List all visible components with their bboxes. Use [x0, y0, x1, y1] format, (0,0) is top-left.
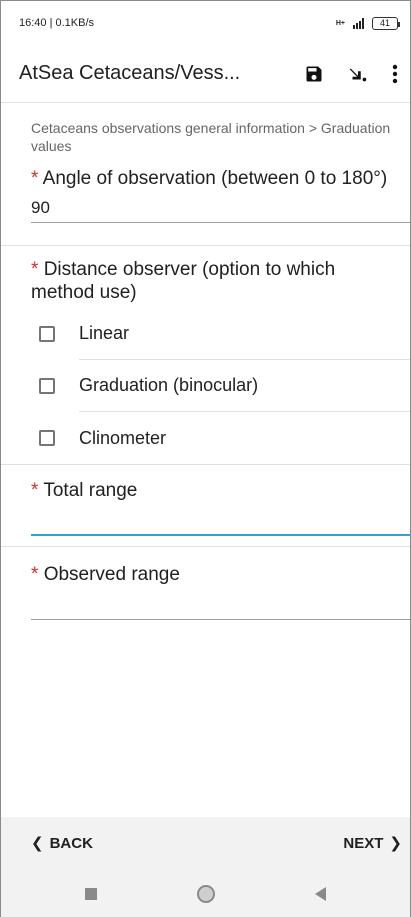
- overflow-menu-button[interactable]: [380, 52, 410, 96]
- total-range-input[interactable]: [31, 502, 410, 536]
- next-label: NEXT: [343, 834, 384, 852]
- system-navigation-bar: [1, 869, 410, 917]
- observed-range-input[interactable]: [31, 586, 410, 620]
- save-button[interactable]: [292, 52, 336, 96]
- recents-button[interactable]: [85, 887, 97, 900]
- app-title: AtSea Cetaceans/Vess...: [19, 62, 241, 84]
- signal-icon: [353, 17, 364, 29]
- jump-button[interactable]: [336, 52, 380, 96]
- status-bar: 16:40 | 0.1KB/s H+ 41: [1, 1, 410, 45]
- option-clinometer[interactable]: Clinometer: [1, 412, 410, 464]
- battery-icon: 41: [372, 16, 400, 30]
- status-icons: H+ 41: [335, 16, 400, 30]
- observed-range-label: * Observed range: [1, 563, 410, 586]
- distance-label-text: Distance observer (option to which metho…: [31, 259, 336, 303]
- angle-label-text: Angle of observation (between 0 to 180°): [42, 168, 388, 189]
- required-marker: *: [31, 168, 39, 189]
- back-label: BACK: [49, 834, 93, 852]
- angle-question: Cetaceans observations general informati…: [1, 103, 410, 246]
- angle-label: * Angle of observation (between 0 to 180…: [1, 167, 410, 190]
- checkbox-icon[interactable]: [39, 378, 55, 394]
- option-linear[interactable]: Linear: [1, 308, 410, 360]
- battery-level: 41: [379, 18, 390, 28]
- back-nav-button[interactable]: [315, 886, 326, 901]
- status-time-speed: 16:40 | 0.1KB/s: [19, 17, 95, 29]
- network-type: H+: [335, 19, 345, 27]
- option-label: Linear: [79, 308, 410, 360]
- option-graduation-binocular[interactable]: Graduation (binocular): [1, 360, 410, 412]
- distance-label: * Distance observer (option to which met…: [1, 258, 410, 304]
- distance-question: * Distance observer (option to which met…: [1, 246, 410, 465]
- checkbox-icon[interactable]: [39, 326, 55, 342]
- home-button[interactable]: [197, 884, 215, 903]
- total-range-question: * Total range: [1, 465, 410, 547]
- required-marker: *: [31, 259, 39, 280]
- checkbox-icon[interactable]: [39, 430, 55, 446]
- back-button[interactable]: ❮ BACK: [31, 834, 93, 853]
- required-marker: *: [31, 480, 39, 501]
- observed-range-label-text: Observed range: [43, 564, 180, 585]
- save-icon: [306, 66, 322, 81]
- required-marker: *: [31, 564, 39, 585]
- breadcrumb: Cetaceans observations general informati…: [31, 120, 391, 154]
- chevron-left-icon: ❮: [31, 835, 44, 852]
- option-label: Clinometer: [79, 427, 167, 448]
- app-bar: AtSea Cetaceans/Vess...: [1, 45, 410, 103]
- jump-arrow-icon: [349, 68, 367, 81]
- observed-range-question: * Observed range: [1, 547, 410, 620]
- total-range-label-text: Total range: [43, 480, 138, 501]
- form-navigation-bar: ❮ BACK NEXT ❯: [1, 817, 410, 869]
- total-range-label: * Total range: [1, 479, 410, 502]
- more-vert-icon: [392, 64, 398, 83]
- chevron-right-icon: ❯: [389, 835, 402, 852]
- option-label: Graduation (binocular): [79, 360, 410, 412]
- form-content: Cetaceans observations general informati…: [1, 103, 410, 620]
- next-button[interactable]: NEXT ❯: [343, 834, 402, 853]
- angle-input[interactable]: 90: [31, 190, 410, 223]
- distance-options: Linear Graduation (binocular) Clinometer: [1, 308, 410, 464]
- app-actions: [292, 52, 410, 96]
